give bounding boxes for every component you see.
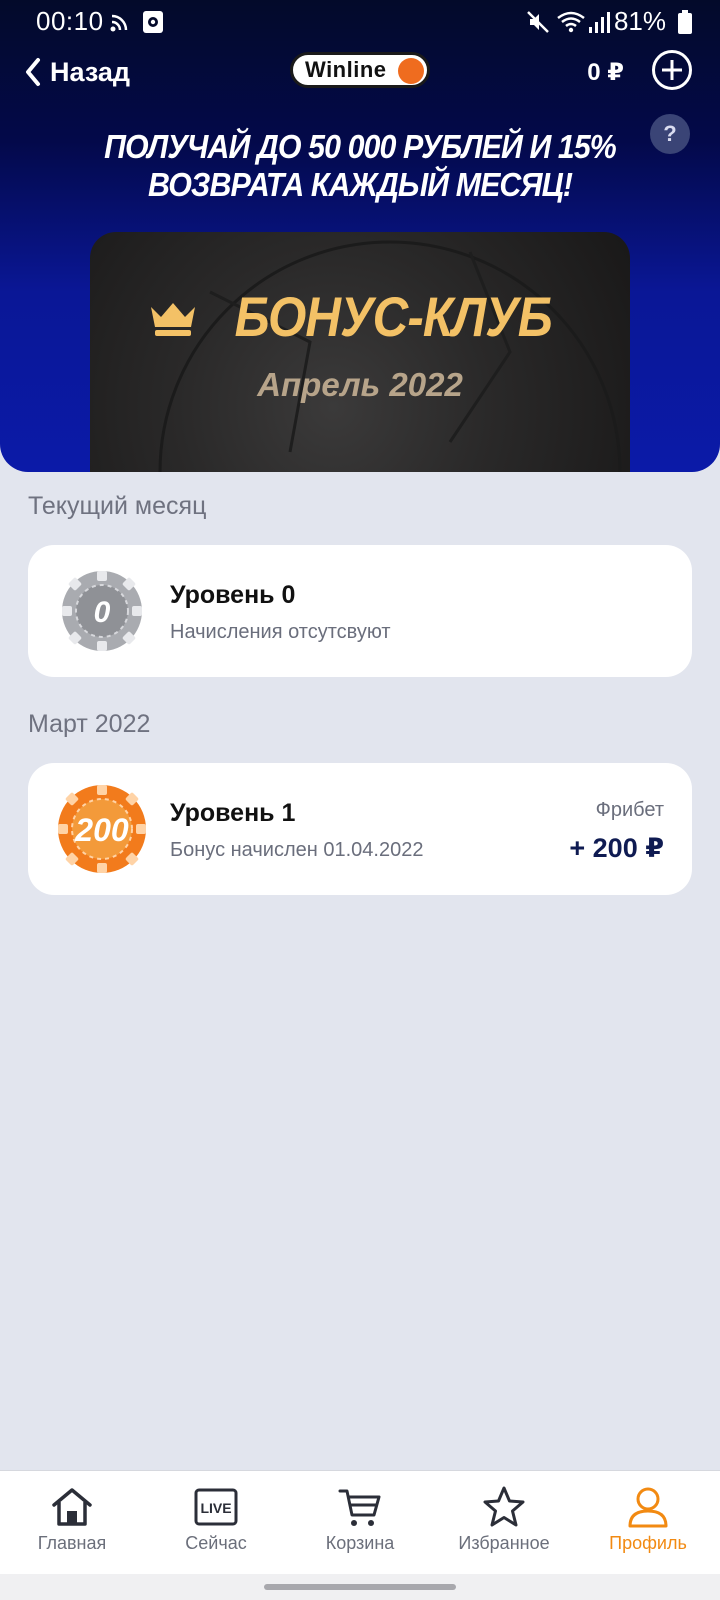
level-card-march[interactable]: 200 Уровень 1 Бонус начислен 01.04.2022 … — [28, 763, 692, 895]
live-icon: LIVE — [194, 1488, 238, 1526]
cart-icon — [338, 1489, 381, 1526]
nav-label-favorites: Избранное — [458, 1533, 550, 1553]
signal-icon — [589, 12, 610, 33]
bonus-club-header: 00:10 81% Назад Winline 0 ₽ ? ПОЛУЧАЙ ДО… — [0, 0, 720, 472]
promo-line-2: ВОЗВРАТА КАЖДЫЙ МЕСЯЦ! — [147, 166, 573, 203]
nav-item-cart[interactable]: Корзина — [288, 1471, 432, 1575]
cast-icon — [110, 14, 128, 32]
mute-icon — [527, 11, 549, 33]
bonus-amount: + 200 ₽ — [569, 833, 664, 863]
back-label: Назад — [50, 56, 131, 87]
live-icon-text: LIVE — [200, 1500, 231, 1516]
wifi-icon — [557, 11, 585, 33]
nav-item-profile[interactable]: Профиль — [576, 1471, 720, 1575]
winline-logo: Winline — [290, 52, 430, 88]
ball-pattern-decoration — [158, 240, 622, 472]
banner-title-row: БОНУС-КЛУБ — [90, 284, 630, 349]
battery-icon — [678, 10, 692, 34]
banner-title: БОНУС-КЛУБ — [234, 285, 552, 348]
home-indicator[interactable] — [264, 1584, 456, 1590]
nav-label-home: Главная — [37, 1533, 107, 1553]
battery-percent: 81% — [613, 6, 666, 36]
level-card-current[interactable]: 0 Уровень 0 Начисления отсутсвуют — [28, 545, 692, 677]
logo-text: Winline — [305, 57, 387, 82]
nav-item-live[interactable]: LIVE Сейчас — [144, 1471, 288, 1575]
section-current-month: Текущий месяц — [28, 492, 207, 520]
level-note: Начисления отсутсвуют — [170, 621, 391, 643]
balance-amount: 0 ₽ — [587, 59, 624, 86]
chip-gray-icon: 0 — [62, 571, 142, 651]
back-button[interactable]: Назад — [24, 52, 130, 92]
logo-ball-icon — [398, 58, 424, 84]
status-bar: 00:10 81% — [0, 0, 720, 44]
status-time: 00:10 — [36, 6, 104, 36]
nav-item-favorites[interactable]: Избранное — [432, 1471, 576, 1575]
top-navbar: Назад Winline 0 ₽ — [0, 48, 720, 96]
nav-label-profile: Профиль — [609, 1533, 687, 1553]
screen-record-icon — [143, 11, 163, 33]
bottom-navigation: Главная LIVE Сейчас Корзина Избранное Пр… — [0, 1470, 720, 1574]
promo-headline: ПОЛУЧАЙ ДО 50 000 РУБЛЕЙ И 15% ВОЗВРАТА … — [29, 128, 691, 204]
chip-march-value: 200 — [74, 812, 129, 848]
add-funds-button[interactable] — [652, 50, 692, 90]
plus-icon — [662, 60, 682, 80]
crown-icon — [150, 302, 195, 336]
nav-label-cart: Корзина — [325, 1533, 395, 1553]
level-title: Уровень 0 — [170, 581, 296, 609]
banner-month: Апрель 2022 — [257, 366, 463, 403]
home-icon — [52, 1488, 92, 1526]
chevron-left-icon — [26, 58, 40, 86]
star-icon — [483, 1486, 525, 1527]
nav-label-live: Сейчас — [185, 1533, 247, 1553]
bonus-type-label: Фрибет — [595, 799, 664, 821]
level-note: Бонус начислен 01.04.2022 — [170, 839, 424, 861]
promo-line-1: ПОЛУЧАЙ ДО 50 000 РУБЛЕЙ И 15% — [104, 128, 617, 165]
bonus-club-card: БОНУС-КЛУБ Апрель 2022 — [90, 232, 630, 472]
nav-item-home[interactable]: Главная — [0, 1471, 144, 1575]
user-icon — [628, 1487, 668, 1528]
section-march: Март 2022 — [28, 710, 151, 738]
chip-orange-icon: 200 — [58, 785, 146, 873]
level-title: Уровень 1 — [170, 799, 296, 827]
chip-current-value: 0 — [94, 596, 111, 629]
